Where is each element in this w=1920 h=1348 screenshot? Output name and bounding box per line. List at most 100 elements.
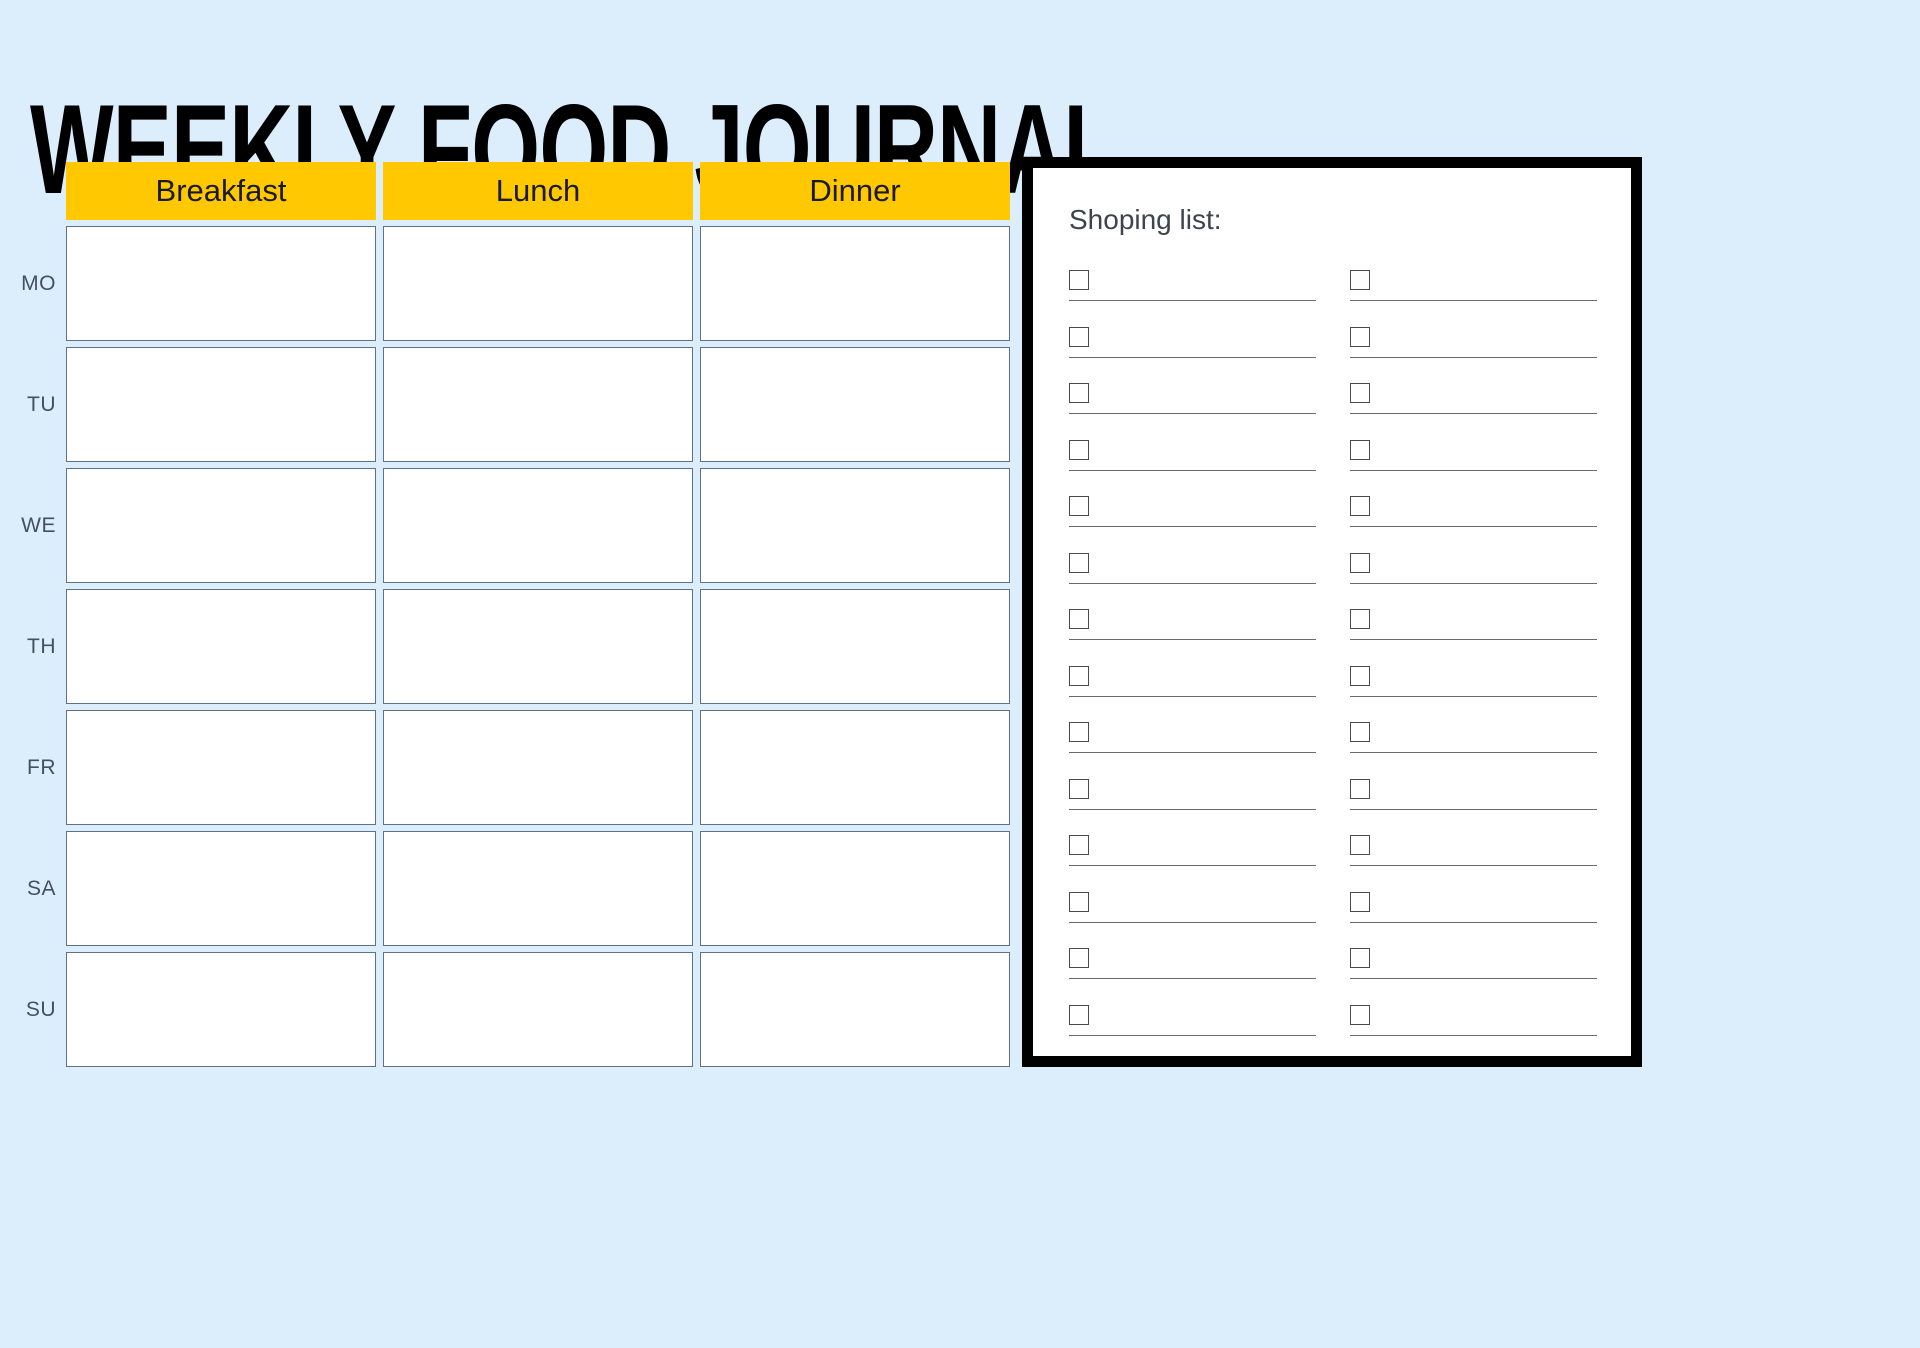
shopping-list-item[interactable] [1350,995,1597,1052]
meal-cell-we-breakfast[interactable] [66,468,376,583]
meal-cell-mo-dinner[interactable] [700,226,1010,341]
shopping-list-item[interactable] [1069,656,1316,713]
shopping-list-input-line[interactable] [1069,413,1316,414]
shopping-list-input-line[interactable] [1350,526,1597,527]
checkbox-empty-icon[interactable] [1069,778,1089,799]
shopping-list-item[interactable] [1350,769,1597,826]
meal-cell-su-breakfast[interactable] [66,952,376,1067]
shopping-list-item[interactable] [1069,938,1316,995]
meal-cell-su-lunch[interactable] [383,952,693,1067]
checkbox-empty-icon[interactable] [1069,1004,1089,1025]
meal-cell-fr-dinner[interactable] [700,710,1010,825]
checkbox-empty-icon[interactable] [1069,722,1089,742]
checkbox-empty-icon[interactable] [1069,326,1089,347]
shopping-list-item[interactable] [1069,599,1316,656]
shopping-list-input-line[interactable] [1069,808,1316,810]
meal-cell-sa-lunch[interactable] [383,831,693,946]
shopping-list-input-line[interactable] [1069,865,1316,866]
checkbox-empty-icon[interactable] [1350,1004,1370,1025]
checkbox-empty-icon[interactable] [1069,891,1089,912]
shopping-list-item[interactable] [1069,430,1316,487]
shopping-list-input-line[interactable] [1350,413,1597,414]
checkbox-empty-icon[interactable] [1069,552,1089,573]
meal-cell-we-dinner[interactable] [700,468,1010,583]
shopping-list-input-line[interactable] [1069,1034,1316,1036]
checkbox-empty-icon[interactable] [1350,665,1370,686]
shopping-list-input-line[interactable] [1350,469,1597,471]
shopping-list-item[interactable] [1069,825,1316,882]
checkbox-empty-icon[interactable] [1069,270,1089,290]
shopping-list-item[interactable] [1069,769,1316,826]
shopping-list-input-line[interactable] [1069,469,1316,471]
shopping-list-item[interactable] [1350,882,1597,939]
shopping-list-input-line[interactable] [1350,639,1597,640]
meal-cell-th-lunch[interactable] [383,589,693,704]
meal-cell-tu-dinner[interactable] [700,347,1010,462]
shopping-list-input-line[interactable] [1069,921,1316,923]
meal-cell-fr-breakfast[interactable] [66,710,376,825]
shopping-list-item[interactable] [1069,486,1316,543]
checkbox-empty-icon[interactable] [1350,270,1370,290]
shopping-list-input-line[interactable] [1069,356,1316,358]
checkbox-empty-icon[interactable] [1350,496,1370,516]
shopping-list-input-line[interactable] [1350,695,1597,697]
shopping-list-item[interactable] [1069,712,1316,769]
shopping-list-input-line[interactable] [1069,582,1316,584]
checkbox-empty-icon[interactable] [1069,665,1089,686]
shopping-list-input-line[interactable] [1069,978,1316,979]
shopping-list-input-line[interactable] [1350,978,1597,979]
shopping-list-item[interactable] [1350,825,1597,882]
checkbox-empty-icon[interactable] [1350,722,1370,742]
shopping-list-input-line[interactable] [1350,356,1597,358]
checkbox-empty-icon[interactable] [1350,439,1370,460]
meal-cell-su-dinner[interactable] [700,952,1010,1067]
meal-cell-th-dinner[interactable] [700,589,1010,704]
shopping-list-input-line[interactable] [1350,921,1597,923]
meal-cell-mo-lunch[interactable] [383,226,693,341]
shopping-list-item[interactable] [1350,712,1597,769]
checkbox-empty-icon[interactable] [1350,552,1370,573]
shopping-list-item[interactable] [1350,486,1597,543]
shopping-list-item[interactable] [1350,543,1597,600]
meal-cell-sa-dinner[interactable] [700,831,1010,946]
shopping-list-item[interactable] [1069,373,1316,430]
shopping-list-input-line[interactable] [1350,752,1597,753]
shopping-list-item[interactable] [1350,317,1597,374]
meal-cell-tu-breakfast[interactable] [66,347,376,462]
shopping-list-item[interactable] [1069,995,1316,1052]
shopping-list-input-line[interactable] [1069,752,1316,753]
shopping-list-item[interactable] [1069,882,1316,939]
shopping-list-item[interactable] [1069,317,1316,374]
checkbox-empty-icon[interactable] [1350,778,1370,799]
meal-cell-mo-breakfast[interactable] [66,226,376,341]
meal-cell-fr-lunch[interactable] [383,710,693,825]
meal-cell-sa-breakfast[interactable] [66,831,376,946]
meal-cell-we-lunch[interactable] [383,468,693,583]
shopping-list-input-line[interactable] [1069,695,1316,697]
checkbox-empty-icon[interactable] [1069,609,1089,629]
checkbox-empty-icon[interactable] [1069,383,1089,403]
shopping-list-input-line[interactable] [1350,808,1597,810]
checkbox-empty-icon[interactable] [1350,891,1370,912]
shopping-list-item[interactable] [1350,373,1597,430]
shopping-list-item[interactable] [1350,260,1597,317]
checkbox-empty-icon[interactable] [1350,835,1370,855]
shopping-list-input-line[interactable] [1350,1034,1597,1036]
checkbox-empty-icon[interactable] [1350,609,1370,629]
shopping-list-item[interactable] [1350,938,1597,995]
shopping-list-input-line[interactable] [1350,300,1597,301]
shopping-list-item[interactable] [1069,543,1316,600]
shopping-list-item[interactable] [1069,260,1316,317]
shopping-list-input-line[interactable] [1069,639,1316,640]
shopping-list-input-line[interactable] [1069,300,1316,301]
checkbox-empty-icon[interactable] [1350,383,1370,403]
shopping-list-item[interactable] [1350,430,1597,487]
shopping-list-item[interactable] [1350,656,1597,713]
checkbox-empty-icon[interactable] [1069,496,1089,516]
checkbox-empty-icon[interactable] [1350,948,1370,968]
checkbox-empty-icon[interactable] [1069,948,1089,968]
shopping-list-input-line[interactable] [1350,582,1597,584]
checkbox-empty-icon[interactable] [1069,439,1089,460]
checkbox-empty-icon[interactable] [1069,835,1089,855]
meal-cell-tu-lunch[interactable] [383,347,693,462]
